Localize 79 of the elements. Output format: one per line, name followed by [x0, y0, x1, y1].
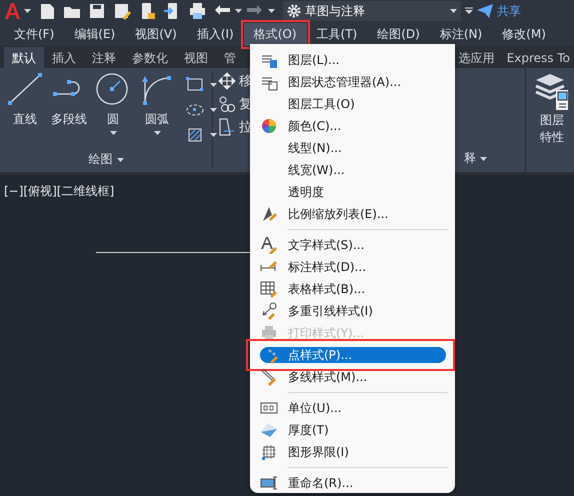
scale-pen-icon — [260, 205, 278, 223]
menu-item[interactable]: 图层工具(O) — [250, 93, 455, 115]
menu-item[interactable]: 颜色(C)... — [250, 115, 455, 137]
text-style-icon — [260, 236, 278, 254]
menu-item[interactable]: 单位(U)... — [250, 397, 455, 419]
menu-bar-item[interactable]: 工具(T) — [306, 22, 368, 46]
draw-tool-button[interactable]: 多段线 — [48, 72, 90, 151]
printer-icon — [260, 324, 278, 342]
print-icon[interactable] — [188, 2, 206, 20]
menu-item[interactable]: 透明度 — [250, 181, 455, 203]
menu-item[interactable]: 图形界限(I) — [250, 441, 455, 463]
menu-item[interactable]: 表格样式(B)... — [250, 278, 455, 300]
caret-icon[interactable] — [116, 158, 124, 162]
ribbon-tab[interactable]: 视图 — [176, 47, 216, 68]
rectangle-icon[interactable] — [186, 76, 204, 94]
gear-icon — [287, 4, 301, 18]
menu-item[interactable]: 多重引线样式(I) — [250, 300, 455, 322]
menu-caret-icon[interactable] — [465, 7, 473, 15]
multiline-style-icon — [260, 368, 278, 386]
layer-properties-button[interactable]: 图层 特性 — [525, 68, 574, 172]
menu-bar-item[interactable]: 格式(O) — [244, 22, 307, 46]
line-icon — [7, 72, 43, 108]
menu-item[interactable]: 线型(N)... — [250, 137, 455, 159]
ribbon-tab[interactable]: 默认 — [4, 47, 44, 68]
stretch-icon — [218, 118, 236, 136]
menu-item[interactable]: 线宽(W)... — [250, 159, 455, 181]
caret-icon[interactable] — [480, 156, 487, 160]
layers-icon — [534, 72, 570, 112]
ribbon-tab[interactable]: Express To — [498, 47, 574, 68]
share-link[interactable]: 共享 — [497, 2, 521, 20]
color-wheel-icon — [260, 117, 278, 135]
table-style-icon — [260, 280, 278, 298]
modify-tool-button[interactable]: 移 — [218, 72, 252, 90]
menu-bar-item[interactable]: 文件(F) — [4, 22, 64, 46]
menu-item[interactable]: 图层状态管理器(A)... — [250, 71, 455, 93]
menu-item[interactable]: 比例缩放列表(E)... — [250, 203, 455, 225]
panel-title: 绘图 — [88, 151, 112, 168]
panel-title: 释 — [464, 150, 476, 167]
copy-icon — [218, 95, 236, 113]
leader-style-icon — [260, 302, 278, 320]
send-icon[interactable] — [477, 4, 493, 18]
ribbon-tab[interactable]: 插入 — [44, 47, 84, 68]
menu-item[interactable]: 多线样式(M)... — [250, 366, 455, 388]
caret-icon[interactable] — [235, 9, 242, 13]
limits-icon — [260, 443, 278, 461]
save-as-icon[interactable] — [113, 2, 131, 20]
menu-item[interactable]: 重命名(R)... — [250, 472, 455, 494]
caret-icon — [450, 9, 457, 13]
menu-item[interactable]: 标注样式(D)... — [250, 256, 455, 278]
hatch-icon[interactable] — [186, 126, 204, 144]
save-icon[interactable] — [88, 2, 106, 20]
ribbon-tab[interactable]: 注释 — [84, 47, 124, 68]
caret-icon[interactable] — [210, 108, 217, 112]
rename-icon — [260, 474, 278, 492]
menu-item[interactable]: 文字样式(S)... — [250, 234, 455, 256]
caret-icon[interactable] — [268, 9, 275, 13]
modify-tool-button[interactable]: 拉 — [218, 118, 252, 136]
draw-tool-button[interactable]: 直线 — [4, 72, 46, 151]
menu-bar-item[interactable]: 修改(M) — [492, 22, 556, 46]
menu-item[interactable]: 厚度(T) — [250, 419, 455, 441]
draw-tool-button[interactable]: 圆弧 — [136, 72, 178, 151]
workspace-dropdown[interactable]: 草图与注释 — [283, 1, 461, 21]
menu-item[interactable]: 点样式(P)... — [260, 347, 446, 363]
menu-bar-item[interactable]: 编辑(E) — [64, 22, 126, 46]
menu-bar-item[interactable]: 视图(V) — [125, 22, 187, 46]
eraser-icon — [260, 421, 278, 439]
new-file-icon[interactable] — [38, 2, 56, 20]
menu-bar-item[interactable]: 标注(N) — [430, 22, 492, 46]
ribbon-tab[interactable]: 参数化 — [124, 47, 176, 68]
modify-tool-button[interactable]: 复 — [218, 95, 252, 113]
caret-icon[interactable] — [210, 133, 217, 137]
caret-icon[interactable] — [210, 83, 217, 87]
caret-icon[interactable] — [24, 9, 31, 13]
move-icon — [218, 72, 236, 90]
menu-bar-item[interactable]: 绘图(D) — [367, 22, 430, 46]
draw-tool-button[interactable]: 圆 — [92, 72, 134, 151]
menu-bar-item[interactable]: 插入(I) — [186, 22, 244, 46]
viewport-label[interactable]: [−][俯视][二维线框] — [0, 175, 114, 200]
ribbon-tab[interactable]: 管 — [216, 47, 244, 68]
